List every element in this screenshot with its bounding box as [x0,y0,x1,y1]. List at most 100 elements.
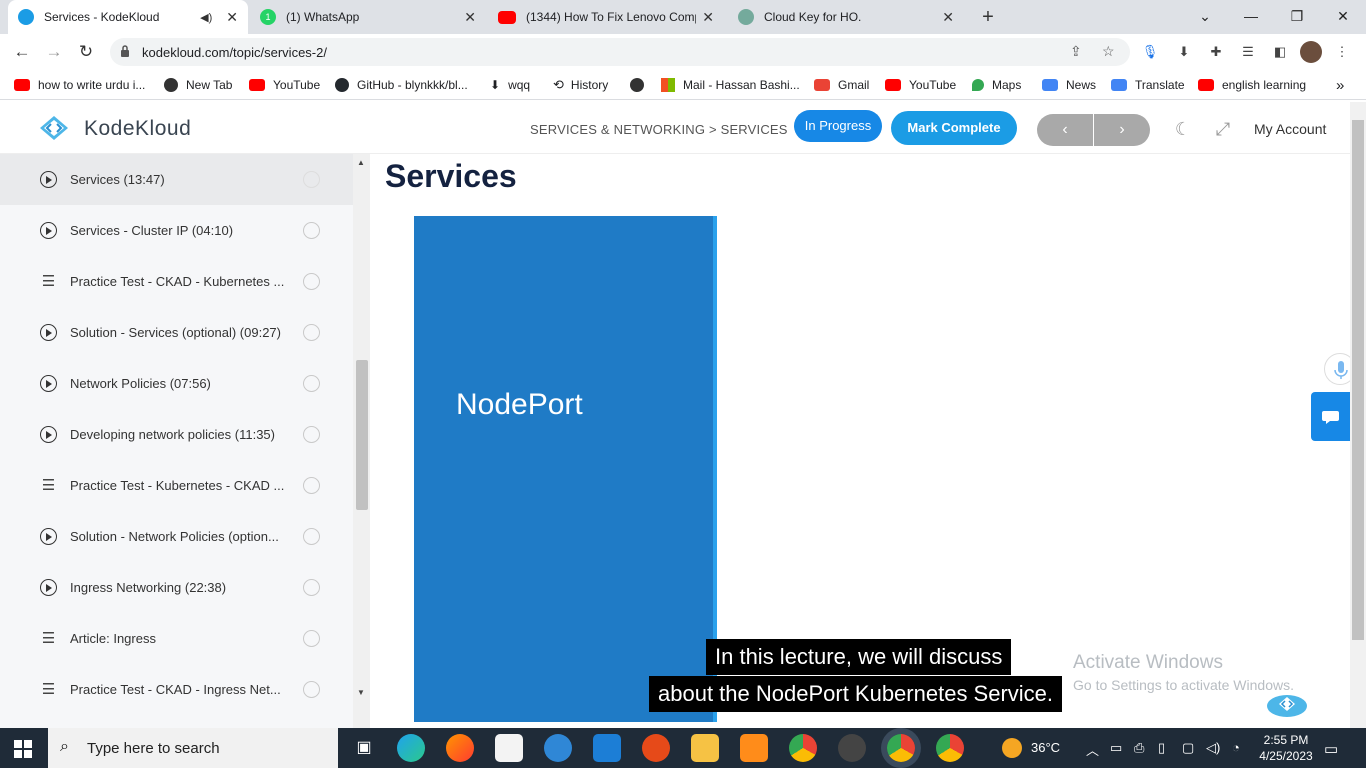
tab-kodekloud[interactable]: Services - KodeKloud ◀︎) ✕ [8,0,248,34]
bookmark-item[interactable]: how to write urdu i... [14,76,145,94]
notifications-icon[interactable]: ▭ [1324,740,1338,758]
show-hidden-icons-icon[interactable]: ︿ [1086,740,1099,759]
completion-circle[interactable] [303,171,320,188]
bookmark-item[interactable]: New Tab [164,76,232,94]
fullscreen-icon[interactable]: ⤢ [1211,117,1235,141]
bookmark-item[interactable]: YouTube [249,76,320,94]
completion-circle[interactable] [303,528,320,545]
my-account-link[interactable]: My Account [1254,121,1326,137]
scroll-up-arrow-icon[interactable]: ▲ [357,158,365,167]
minimize-icon[interactable]: — [1228,0,1274,34]
forward-icon[interactable]: → [42,40,66,64]
bookmark-item[interactable]: Mail - Hassan Bashi... [661,76,800,94]
tab-cloud-key[interactable]: Cloud Key for HO. ✕ [728,0,964,34]
page-scroll-thumb[interactable] [1352,120,1364,640]
more-bookmarks-chevron-icon[interactable]: » [1336,76,1344,94]
completion-circle[interactable] [303,630,320,647]
restore-icon[interactable]: ❐ [1274,0,1320,34]
close-window-icon[interactable]: ✕ [1320,0,1366,34]
volume-icon[interactable]: ◁) [1206,740,1220,756]
scroll-down-arrow-icon[interactable]: ▼ [357,688,365,697]
display-icon[interactable]: ▢ [1182,740,1194,756]
wifi-icon[interactable]: ◔ [1232,740,1240,755]
back-icon[interactable]: ← [10,40,34,64]
tray-app-icon[interactable]: ▭ [1110,740,1122,756]
lesson-item[interactable]: Solution - Network Policies (option... [0,511,353,562]
completion-circle[interactable] [303,579,320,596]
close-tab-icon[interactable]: ✕ [942,9,954,26]
completion-circle[interactable] [303,324,320,341]
share-icon[interactable]: ⇪ [1070,43,1082,60]
lesson-item[interactable]: ☰ Practice Test - CKAD - Kubernetes ... [0,256,353,307]
completion-circle[interactable] [303,375,320,392]
network-icon[interactable]: ⎙ [1134,740,1144,756]
menu-kebab-icon[interactable]: ⋮ [1332,42,1352,62]
mail-icon[interactable] [593,734,621,762]
chrome-active-icon[interactable] [887,734,915,762]
audio-playing-icon[interactable]: ◀︎) [200,11,212,24]
weather-sun-icon[interactable] [1002,738,1022,758]
next-lesson-button[interactable]: › [1094,114,1150,146]
microsoft-store-icon[interactable] [495,734,523,762]
bookmark-item[interactable]: Translate [1111,76,1185,94]
kodekloud-logo-icon[interactable] [34,114,74,142]
bookmark-item[interactable] [630,76,644,94]
completion-circle[interactable] [303,222,320,239]
bookmark-item[interactable]: ⟲ History [553,76,608,94]
bookmark-item[interactable]: GitHub - blynkkk/bl... [335,76,468,94]
url-text[interactable]: kodekloud.com/topic/services-2/ [142,45,327,60]
telegram-app-icon[interactable] [544,734,572,762]
battery-icon[interactable]: ▯ [1158,740,1165,756]
lesson-item[interactable]: Services - Cluster IP (04:10) [0,205,353,256]
taskbar-search-box[interactable]: ⌕ Type here to search [48,728,338,768]
completion-circle[interactable] [303,477,320,494]
breadcrumb[interactable]: SERVICES & NETWORKING > SERVICES [530,122,788,137]
lesson-item[interactable]: Network Policies (07:56) [0,358,353,409]
close-tab-icon[interactable]: ✕ [464,9,476,26]
close-tab-icon[interactable]: ✕ [226,9,238,26]
lesson-item[interactable]: ☰ Practice Test - Kubernetes - CKAD ... [0,460,353,511]
bookmark-item[interactable]: Gmail [814,76,869,94]
tab-youtube[interactable]: (1344) How To Fix Lenovo Compu ✕ [488,0,724,34]
extensions-puzzle-icon[interactable]: ✚ [1206,42,1226,62]
edge-icon[interactable] [397,734,425,762]
completion-circle[interactable] [303,681,320,698]
download-extension-icon[interactable]: ⬇ [1174,42,1194,62]
settings-app-icon[interactable] [740,734,768,762]
bookmark-item[interactable]: News [1042,76,1096,94]
task-view-icon[interactable]: ▣ [350,734,378,762]
lesson-item[interactable]: Developing network policies (11:35) [0,409,353,460]
lesson-item[interactable]: ☰ Practice Test - CKAD - Ingress Net... [0,664,353,715]
lesson-item[interactable]: Services (13:47) [0,154,353,205]
address-bar[interactable]: kodekloud.com/topic/services-2/ ⇪ ☆ [110,38,1130,66]
lesson-item[interactable]: Ingress Networking (22:38) [0,562,353,613]
lesson-item[interactable]: ☰ Article: Ingress [0,613,353,664]
bookmark-item[interactable]: Maps [972,76,1021,94]
sidebar-scroll-thumb[interactable] [356,360,368,510]
completion-circle[interactable] [303,273,320,290]
close-tab-icon[interactable]: ✕ [702,9,714,26]
camera-app-icon[interactable] [838,734,866,762]
new-tab-button[interactable]: + [976,5,1000,29]
kodekloud-cloud-icon[interactable] [1266,690,1308,718]
previous-lesson-button[interactable]: ‹ [1037,114,1093,146]
file-explorer-icon[interactable] [691,734,719,762]
dark-mode-icon[interactable]: ☾ [1171,117,1195,141]
logo-text[interactable]: KodeKloud [84,117,191,141]
app-icon[interactable] [642,734,670,762]
taskbar-clock[interactable]: 2:55 PM 4/25/2023 [1256,732,1316,764]
windows-start-icon[interactable] [14,740,32,758]
completion-circle[interactable] [303,426,320,443]
side-panel-icon[interactable]: ◧ [1270,42,1290,62]
chrome-icon[interactable] [789,734,817,762]
lesson-item[interactable]: Solution - Services (optional) (09:27) [0,307,353,358]
video-player[interactable]: NodePort [414,216,717,722]
microphone-extension-icon[interactable]: 🎙 [1140,42,1160,62]
firefox-icon[interactable] [446,734,474,762]
chat-support-button[interactable] [1311,392,1350,441]
bookmark-item[interactable]: ⬇ wqq [490,76,530,94]
mark-complete-button[interactable]: Mark Complete [891,111,1017,145]
tab-whatsapp[interactable]: 1 (1) WhatsApp ✕ [250,0,486,34]
bookmark-item[interactable]: english learning [1198,76,1306,94]
bookmark-star-icon[interactable]: ☆ [1102,43,1115,60]
